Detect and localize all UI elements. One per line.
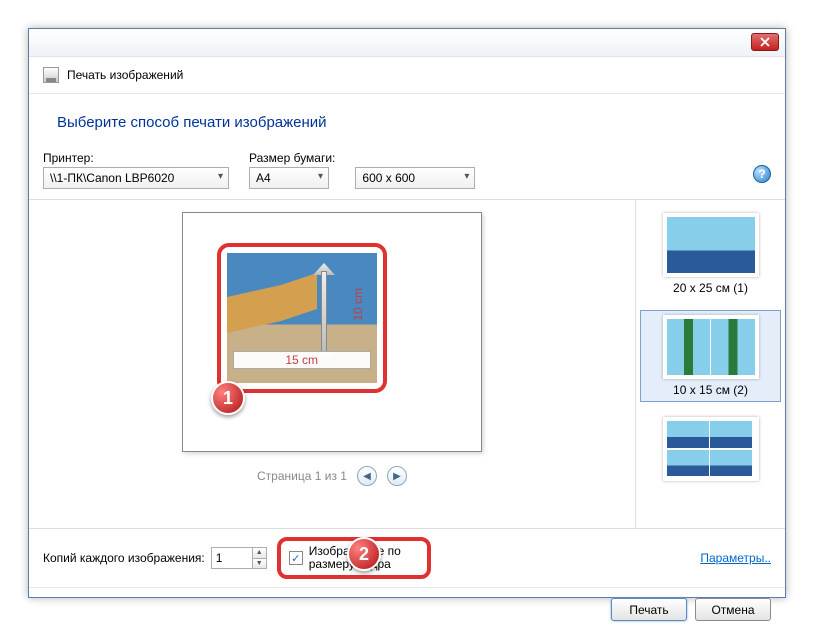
fit-frame-checkbox[interactable]: ✓ — [289, 551, 303, 565]
parameters-link[interactable]: Параметры.. — [700, 551, 771, 565]
dim-vertical: 10 cm — [351, 288, 365, 321]
next-page-button[interactable]: ▶ — [387, 466, 407, 486]
layout-option-3[interactable] — [640, 412, 781, 490]
copies-label: Копий каждого изображения: — [43, 551, 205, 565]
page-info: Страница 1 из 1 — [257, 469, 347, 483]
paper-size-select[interactable]: A4 — [249, 167, 329, 189]
vertical-arrow-icon — [311, 263, 337, 363]
layout-label: 10 x 15 см (2) — [645, 383, 776, 397]
spin-down[interactable]: ▼ — [252, 559, 266, 569]
heading: Выберите способ печати изображений — [29, 94, 785, 147]
layout-label: 20 x 25 см (1) — [645, 281, 776, 295]
print-dialog: Печать изображений Выберите способ печат… — [28, 28, 786, 598]
bottom-row: Копий каждого изображения: ▲▼ ✓ Изображе… — [29, 528, 785, 587]
printer-select[interactable]: \\1-ПК\Canon LBP6020 — [43, 167, 229, 189]
badge-1: 1 — [211, 381, 245, 415]
layout-option-1[interactable]: 20 x 25 см (1) — [640, 208, 781, 300]
preview-pane: 10 cm 15 cm 1 Страница 1 из 1 ◀ ▶ — [29, 200, 635, 528]
print-button[interactable]: Печать — [611, 598, 687, 621]
layout-sidebar[interactable]: 20 x 25 см (1) 10 x 15 см (2) — [635, 200, 785, 528]
prev-page-button[interactable]: ◀ — [357, 466, 377, 486]
options-row: Принтер: \\1-ПК\Canon LBP6020 Размер бум… — [29, 147, 785, 200]
resolution-select[interactable]: 600 x 600 — [355, 167, 475, 189]
window-title: Печать изображений — [67, 68, 183, 82]
copies-input[interactable] — [212, 548, 252, 568]
header: Печать изображений — [29, 57, 785, 94]
titlebar — [29, 29, 785, 57]
paper-size-label: Размер бумаги: — [249, 151, 335, 165]
printer-icon — [43, 67, 59, 83]
preview-image: 10 cm 15 cm — [227, 253, 377, 383]
help-icon[interactable]: ? — [753, 165, 771, 183]
spin-up[interactable]: ▲ — [252, 548, 266, 559]
dim-horizontal: 15 cm — [233, 351, 371, 369]
printer-label: Принтер: — [43, 151, 229, 165]
close-button[interactable] — [751, 33, 779, 51]
preview-page: 10 cm 15 cm 1 — [182, 212, 482, 452]
cancel-button[interactable]: Отмена — [695, 598, 771, 621]
copies-spinner[interactable]: ▲▼ — [211, 547, 267, 569]
layout-option-2[interactable]: 10 x 15 см (2) — [640, 310, 781, 402]
button-row: Печать Отмена — [29, 587, 785, 631]
badge-2: 2 — [347, 537, 381, 571]
highlight-1: 10 cm 15 cm — [217, 243, 387, 393]
